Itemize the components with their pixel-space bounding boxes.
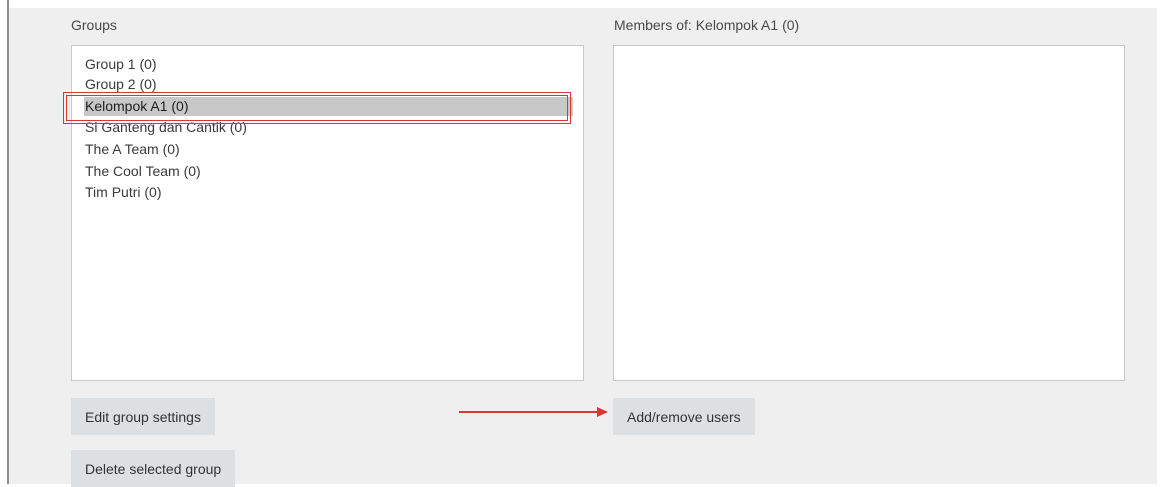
- add-remove-users-button[interactable]: Add/remove users: [613, 398, 755, 435]
- group-option-si-ganteng-dan-cantik[interactable]: Si Ganteng dan Cantik (0): [85, 118, 247, 137]
- page: Groups Members of: Kelompok A1 (0) Group…: [0, 0, 1166, 487]
- group-option-the-cool-team[interactable]: The Cool Team (0): [85, 162, 201, 181]
- groups-label: Groups: [71, 17, 117, 33]
- group-option-tim-putri[interactable]: Tim Putri (0): [85, 183, 161, 202]
- members-label: Members of: Kelompok A1 (0): [614, 17, 800, 33]
- groups-listbox[interactable]: Group 1 (0) Group 2 (0) Kelompok A1 (0) …: [63, 45, 584, 381]
- group-option-the-a-team[interactable]: The A Team (0): [85, 140, 180, 159]
- delete-selected-group-button[interactable]: Delete selected group: [71, 450, 236, 487]
- group-option-kelompok-a1[interactable]: Kelompok A1 (0): [84, 97, 573, 116]
- group-option-group-1[interactable]: Group 1 (0): [85, 55, 157, 74]
- group-option-group-2[interactable]: Group 2 (0): [85, 75, 157, 94]
- edit-group-settings-button[interactable]: Edit group settings: [71, 398, 215, 435]
- members-listbox[interactable]: [613, 45, 1125, 381]
- red-arrow-icon: [459, 407, 608, 417]
